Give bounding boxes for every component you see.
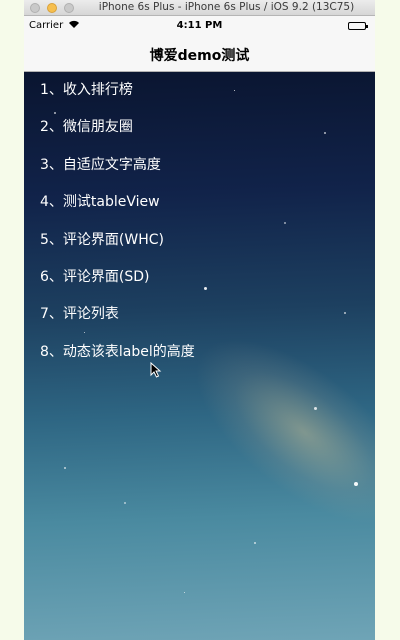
close-window-button[interactable] — [30, 3, 40, 13]
background-star — [64, 467, 66, 469]
list-item-comment-list[interactable]: 7、评论列表 — [24, 296, 375, 333]
list-item-wechat-moments[interactable]: 2、微信朋友圈 — [24, 109, 375, 146]
list-item-income-ranking[interactable]: 1、收入排行榜 — [24, 72, 375, 109]
list-item-test-tableview[interactable]: 4、测试tableView — [24, 184, 375, 221]
list-item-comments-whc[interactable]: 5、评论界面(WHC) — [24, 222, 375, 259]
list-item-dynamic-label-height[interactable]: 8、动态该表label的高度 — [24, 334, 375, 371]
background-star — [354, 482, 358, 486]
status-bar: Carrier 4:11 PM — [24, 16, 375, 36]
menu-list: 1、收入排行榜 2、微信朋友圈 3、自适应文字高度 4、测试tableView … — [24, 72, 375, 371]
table-view[interactable]: 1、收入排行榜 2、微信朋友圈 3、自适应文字高度 4、测试tableView … — [24, 72, 375, 640]
list-item-adaptive-text-height[interactable]: 3、自适应文字高度 — [24, 147, 375, 184]
background-star — [254, 542, 256, 544]
window-titlebar: iPhone 6s Plus - iPhone 6s Plus / iOS 9.… — [24, 0, 375, 16]
status-time: 4:11 PM — [176, 20, 223, 31]
window-title: iPhone 6s Plus - iPhone 6s Plus / iOS 9.… — [98, 1, 355, 13]
navigation-bar: 博爱demo测试 — [24, 36, 375, 72]
list-item-comments-sd[interactable]: 6、评论界面(SD) — [24, 259, 375, 296]
background-star — [314, 407, 317, 410]
simulator-window: iPhone 6s Plus - iPhone 6s Plus / iOS 9.… — [24, 0, 375, 640]
zoom-window-button[interactable] — [64, 3, 74, 13]
minimize-window-button[interactable] — [47, 3, 57, 13]
background-star — [124, 502, 126, 504]
nav-title: 博爱demo测试 — [149, 48, 250, 64]
battery-icon — [348, 22, 368, 30]
mouse-cursor-icon — [150, 362, 162, 378]
background-star — [184, 592, 185, 593]
